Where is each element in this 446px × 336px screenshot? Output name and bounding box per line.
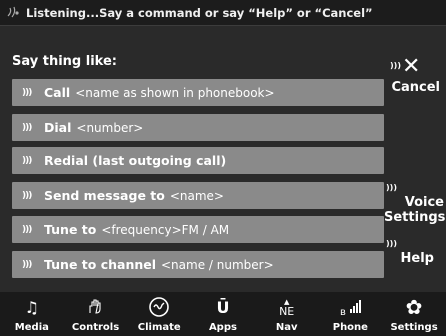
command-sub: <number> [76,120,144,135]
speak-icon: ))) [386,239,397,248]
command-label: Redial (last outgoing call) [44,153,227,168]
hand-controls-icon [86,296,106,318]
command-label: Dial [44,120,72,135]
nav-media[interactable]: ♫ Media [1,292,63,334]
nav-label: Climate [137,322,181,333]
speak-icon: ))) [22,155,32,166]
svg-text:ʙ: ʙ [340,307,346,317]
nav-phone[interactable]: ʙ Phone [319,292,381,333]
command-sub: <name> [169,188,224,203]
command-sub: <frequency>FM / AM [101,222,230,237]
nav-label: Controls [71,322,120,333]
nav-controls[interactable]: Controls [65,292,127,333]
speak-icon: ))) [386,183,397,192]
cancel-label: Cancel [391,80,440,95]
command-call[interactable]: ))) Call <name as shown in phonebook> [12,79,384,106]
compass-icon: ▲ NE [279,298,295,318]
apps-icon: Ū [216,297,230,317]
nav-settings[interactable]: ✿ Settings [383,292,445,333]
command-label: Tune to channel [44,257,156,272]
voice-listening-icon [6,6,22,20]
nav-label: Media [14,322,49,333]
command-redial[interactable]: ))) Redial (last outgoing call) [12,147,384,174]
cancel-button[interactable]: ))) ✕ Cancel [386,54,440,96]
voice-settings-label-1: Voice [404,195,444,210]
command-dial[interactable]: ))) Dial <number> [12,114,384,141]
nav-climate[interactable]: Climate [128,292,190,333]
command-tune-frequency[interactable]: ))) Tune to <frequency>FM / AM [12,216,384,243]
panel-title: Say thing like: [12,54,117,69]
speak-icon: ))) [390,61,401,70]
status-text: Listening...Say a command or say “Help” … [26,5,373,20]
command-label: Call [44,85,71,100]
phone-signal-icon: ʙ [338,296,362,318]
close-icon: ✕ [402,54,421,79]
voice-settings-button[interactable]: ))) Voice Settings [384,180,446,225]
help-label: Help [400,251,434,266]
speak-icon: ))) [22,87,32,98]
command-sub: <name / number> [161,257,274,272]
climate-icon [148,296,170,318]
nav-label: Settings [390,322,438,333]
help-button[interactable]: ))) Help [384,236,434,266]
command-label: Send message to [44,188,165,203]
music-note-icon: ♫ [24,297,40,317]
nav-label: Phone [332,322,368,333]
command-send-message[interactable]: ))) Send message to <name> [12,182,384,209]
speak-icon: ))) [22,122,32,133]
speak-icon: ))) [22,190,32,201]
command-tune-channel[interactable]: ))) Tune to channel <name / number> [12,251,384,278]
bottom-nav-bar: ♫ Media Controls Climate Ū Apps ▲ NE Nav … [0,292,446,336]
nav-label: Apps [208,322,237,333]
speak-icon: ))) [22,224,32,235]
command-label: Tune to [44,222,97,237]
voice-settings-label-2: Settings [384,210,446,225]
status-bar: Listening...Say a command or say “Help” … [0,0,446,26]
gear-icon: ✿ [405,295,423,319]
command-sub: <name as shown in phonebook> [75,85,275,100]
nav-label: Nav [275,322,298,333]
nav-apps[interactable]: Ū Apps [192,292,254,334]
nav-nav[interactable]: ▲ NE Nav [256,292,318,333]
speak-icon: ))) [22,259,32,270]
